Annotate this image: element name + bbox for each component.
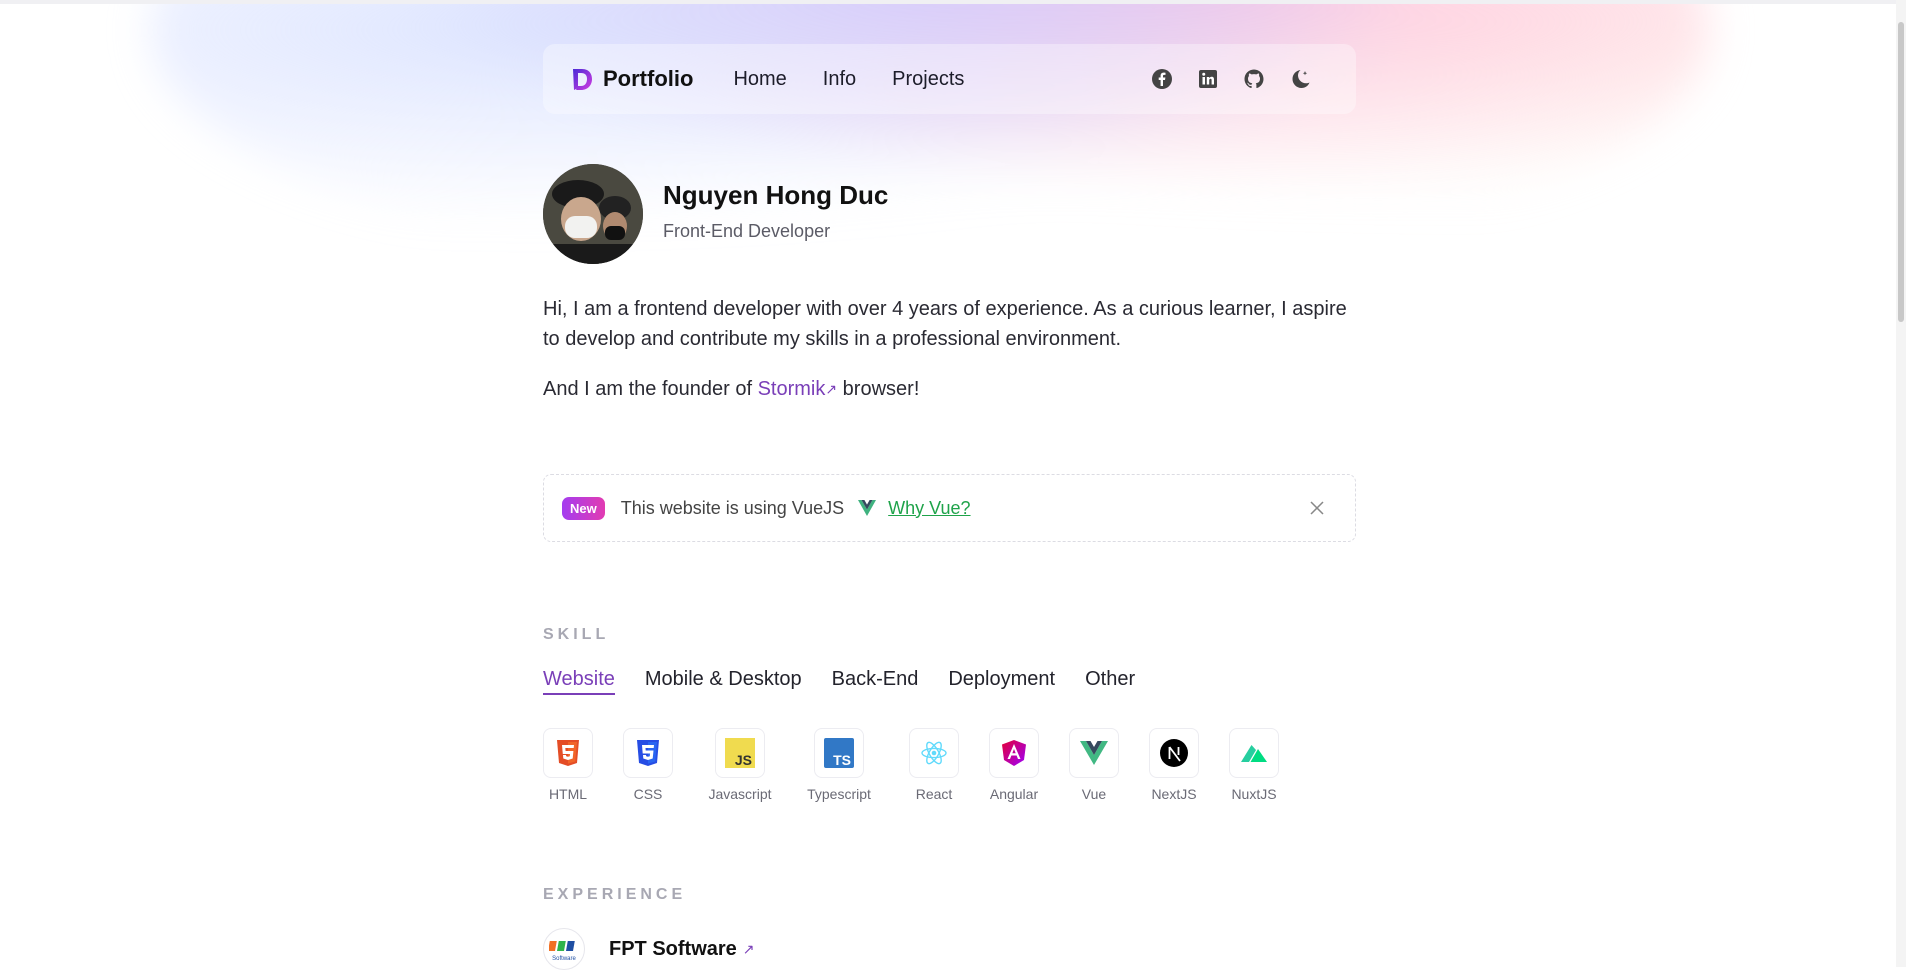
skill-javascript-label: Javascript	[708, 786, 772, 802]
tab-deployment[interactable]: Deployment	[948, 668, 1055, 695]
svg-text:TS: TS	[833, 752, 851, 768]
vue-banner: New This website is using VueJS Why Vue?	[543, 474, 1356, 542]
skill-angular-box	[989, 728, 1039, 778]
experience-item: Software FPT Software ↗	[543, 928, 755, 970]
company-name[interactable]: FPT Software	[609, 938, 737, 961]
brand[interactable]: Portfolio	[569, 66, 693, 92]
social-icons	[1150, 67, 1312, 91]
avatar-photo	[543, 164, 643, 264]
skill-vue-label: Vue	[1081, 786, 1107, 802]
profile-name: Nguyen Hong Duc	[663, 180, 889, 210]
skill-react: React	[909, 728, 959, 802]
facebook-icon[interactable]	[1150, 67, 1174, 91]
svg-text:JS: JS	[735, 752, 752, 768]
skill-html: HTML	[543, 728, 593, 802]
angular-icon	[1002, 740, 1026, 766]
fpt-logo-icon: Software	[549, 941, 576, 962]
new-badge: New	[562, 496, 605, 520]
bio-paragraph-2: And I am the founder of Stormik↗ browser…	[543, 374, 1356, 404]
banner-text: This website is using VueJS	[620, 497, 845, 518]
skill-nuxtjs: NuxtJS	[1229, 728, 1279, 802]
external-arrow-icon: ↗	[825, 381, 838, 397]
skill-nextjs-label: NextJS	[1151, 786, 1197, 802]
skill-angular-label: Angular	[989, 786, 1039, 802]
skill-react-label: React	[915, 786, 953, 802]
nav-projects[interactable]: Projects	[892, 68, 964, 91]
skill-label: SKILL	[543, 626, 610, 643]
brand-label: Portfolio	[603, 66, 694, 91]
html5-icon	[557, 740, 579, 766]
react-icon	[921, 741, 947, 765]
skill-css-box	[623, 728, 673, 778]
vue-logo-icon	[1080, 741, 1108, 765]
skill-javascript: JS Javascript	[705, 728, 775, 802]
skill-nuxtjs-label: NuxtJS	[1231, 786, 1277, 802]
vue-icon	[858, 500, 877, 516]
header-gradient	[150, 0, 1710, 280]
nextjs-icon	[1160, 739, 1188, 767]
tab-website[interactable]: Website	[543, 668, 615, 695]
typescript-icon: TS	[824, 738, 854, 768]
skill-typescript: TS Typescript	[803, 728, 875, 802]
skill-react-box	[909, 728, 959, 778]
skill-css-label: CSS	[633, 786, 663, 802]
skill-typescript-box: TS	[814, 728, 864, 778]
logo-icon	[573, 69, 592, 90]
bio-suffix: browser!	[837, 378, 920, 400]
skill-css: CSS	[623, 728, 673, 802]
skill-nextjs-box	[1149, 728, 1199, 778]
scrollbar-thumb[interactable]	[1898, 22, 1904, 322]
nav-home[interactable]: Home	[733, 68, 786, 91]
fpt-logo-text: Software	[552, 956, 576, 962]
bio-prefix: And I am the founder of	[543, 378, 758, 400]
nuxtjs-icon	[1241, 745, 1267, 762]
javascript-icon: JS	[725, 738, 755, 768]
nav-links: Home Info Projects	[733, 68, 964, 91]
close-icon[interactable]	[1309, 500, 1325, 516]
skill-typescript-label: Typescript	[807, 786, 871, 802]
skill-html-box	[543, 728, 593, 778]
skill-javascript-box: JS	[715, 728, 765, 778]
css3-icon	[637, 740, 659, 766]
stormik-link[interactable]: Stormik	[758, 378, 826, 400]
tab-other[interactable]: Other	[1085, 668, 1135, 695]
skill-nuxtjs-box	[1229, 728, 1279, 778]
tab-back-end[interactable]: Back-End	[832, 668, 919, 695]
skill-angular: Angular	[986, 728, 1042, 802]
skill-html-label: HTML	[548, 786, 588, 802]
bio: Hi, I am a frontend developer with over …	[543, 294, 1356, 424]
profile-header: Nguyen Hong Duc Front-End Developer	[543, 164, 888, 264]
profile-text: Nguyen Hong Duc Front-End Developer	[663, 180, 888, 242]
nav-info[interactable]: Info	[823, 68, 856, 91]
fpt-logo: Software	[543, 928, 585, 970]
profile-role: Front-End Developer	[663, 221, 831, 241]
top-border	[0, 0, 1906, 4]
experience-label: EXPERIENCE	[543, 886, 687, 903]
scrollbar[interactable]	[1896, 0, 1906, 967]
tab-mobile-desktop[interactable]: Mobile & Desktop	[645, 668, 802, 695]
navbar: Portfolio Home Info Projects	[543, 44, 1356, 114]
skill-tabs: Website Mobile & Desktop Back-End Deploy…	[543, 668, 1135, 695]
github-icon[interactable]	[1242, 67, 1266, 91]
linkedin-icon[interactable]	[1196, 67, 1220, 91]
skill-nextjs: NextJS	[1149, 728, 1199, 802]
avatar	[543, 164, 643, 264]
company-external-arrow-icon[interactable]: ↗	[743, 941, 755, 958]
skill-list: HTML CSS JS Javascript TS Typescript Rea…	[543, 728, 1279, 802]
why-vue-link[interactable]: Why Vue?	[888, 498, 970, 519]
moon-icon[interactable]	[1288, 67, 1312, 91]
skill-vue-box	[1069, 728, 1119, 778]
skill-vue: Vue	[1069, 728, 1119, 802]
bio-paragraph-1: Hi, I am a frontend developer with over …	[543, 298, 1347, 350]
